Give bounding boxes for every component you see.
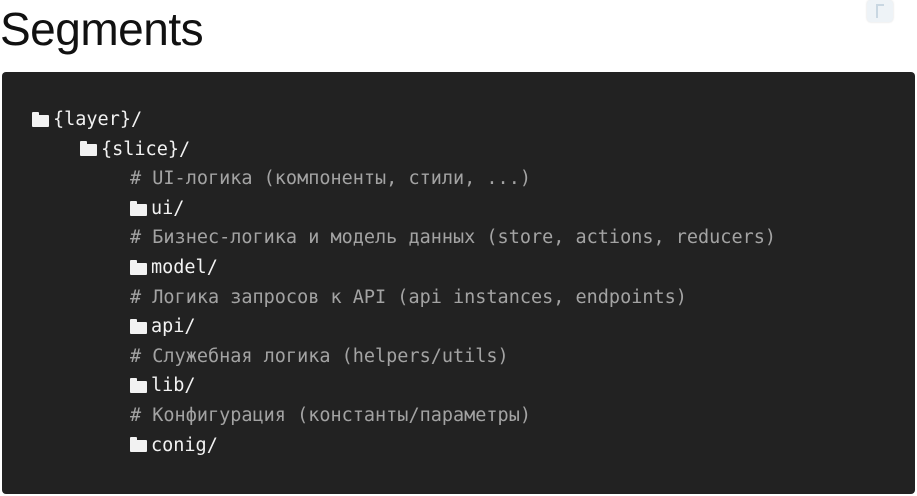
folder-line: model/ [32,253,776,283]
slide: Segments {layer}/ {slice}/ # UI-логика (ко… [0,0,917,496]
comment-text: # Логика запросов к API (api instances, … [130,286,687,308]
folder-line: lib/ [32,371,776,401]
comment-text: # Бизнес-логика и модель данных (store, … [130,227,777,249]
comment-text: # Служебная логика (helpers/utils) [130,345,509,367]
folder-name: ui/ [151,197,185,219]
folder-icon [130,437,147,453]
comment-text: # Конфигурация (константы/параметры) [130,404,531,426]
comment-line: # Логика запросов к API (api instances, … [32,283,776,313]
comment-line: # Бизнес-логика и модель данных (store, … [32,223,776,253]
folder-icon [32,111,49,127]
slide-title: Segments [0,3,204,55]
folder-name: lib/ [151,375,196,397]
folder-name: api/ [151,316,196,338]
folder-icon [80,141,97,157]
folder-line: conig/ [32,431,776,461]
folder-icon [130,200,147,216]
folder-name: {slice}/ [101,138,191,160]
folder-name: model/ [151,256,218,278]
code-lines: {layer}/ {slice}/ # UI-логика (компоненты,… [32,105,776,460]
folder-line: api/ [32,312,776,342]
folder-name: conig/ [151,434,218,456]
code-block: {layer}/ {slice}/ # UI-логика (компоненты,… [2,72,915,494]
comment-line: # Служебная логика (helpers/utils) [32,342,776,372]
folder-icon [130,378,147,394]
folder-name: {layer}/ [53,109,143,130]
folder-icon [130,259,147,275]
folder-line: ui/ [32,194,776,224]
folder-line: {layer}/ [32,105,776,135]
comment-line: # UI-логика (компоненты, стили, ...) [32,164,776,194]
comment-line: # Конфигурация (константы/параметры) [32,401,776,431]
folder-icon [130,318,147,334]
logo-icon [867,0,893,22]
comment-text: # UI-логика (компоненты, стили, ...) [130,168,531,190]
folder-line: {slice}/ [32,135,776,165]
